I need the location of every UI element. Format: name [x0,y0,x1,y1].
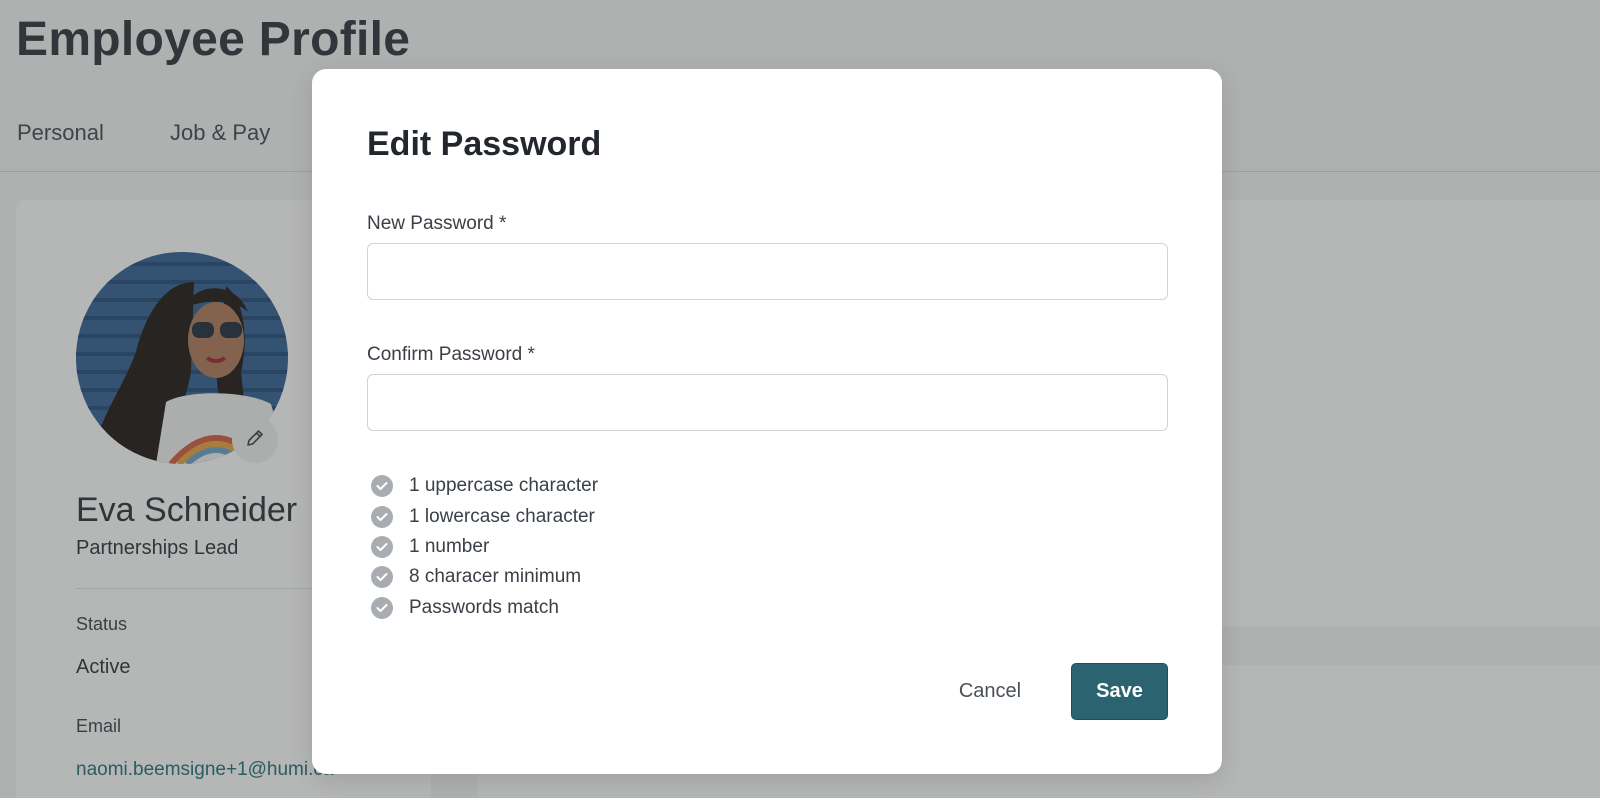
requirement-text: 1 uppercase character [409,475,599,497]
new-password-label: New Password * [367,213,507,234]
check-circle-icon [371,566,393,589]
edit-password-dialog: Edit Password New Password * Confirm Pas… [312,69,1222,774]
requirement-text: 8 characer minimum [409,566,582,588]
save-button[interactable]: Save [1071,663,1168,720]
requirement-item: 8 characer minimum [371,562,598,592]
check-circle-icon [371,475,393,498]
requirement-text: 1 number [409,535,490,557]
dialog-title: Edit Password [367,125,602,163]
confirm-password-input[interactable] [367,374,1168,431]
confirm-password-label: Confirm Password * [367,344,535,365]
check-circle-icon [371,505,393,528]
requirement-item: 1 lowercase character [371,501,598,531]
check-circle-icon [371,535,393,558]
cancel-button[interactable]: Cancel [940,663,1040,719]
check-circle-icon [371,596,393,619]
requirement-item: 1 number [371,532,598,562]
requirement-text: Passwords match [409,596,559,618]
requirement-item: Passwords match [371,593,598,623]
new-password-input[interactable] [367,243,1168,300]
requirement-item: 1 uppercase character [371,471,598,501]
requirement-text: 1 lowercase character [409,505,595,527]
password-requirements: 1 uppercase character 1 lowercase charac… [371,471,598,623]
